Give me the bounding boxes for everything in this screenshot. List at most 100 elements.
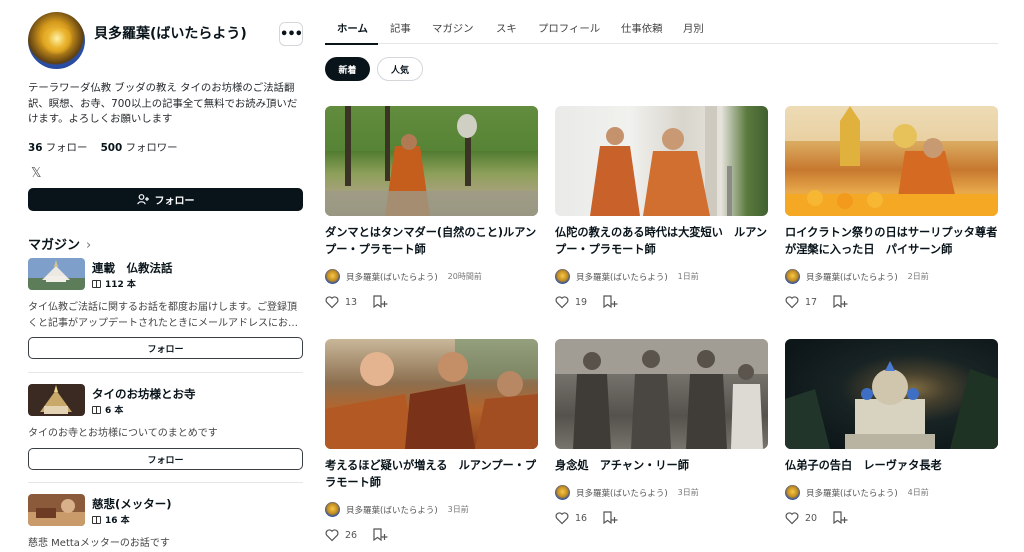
profile-avatar[interactable]	[28, 12, 85, 69]
following-label[interactable]: フォロー	[46, 142, 88, 154]
heart-icon[interactable]	[785, 295, 799, 309]
author-avatar[interactable]	[555, 485, 570, 500]
filter-popular[interactable]: 人気	[377, 57, 423, 81]
magazine-follow-button[interactable]: フォロー	[28, 448, 303, 470]
article-actions: 19	[555, 295, 618, 309]
article-title[interactable]: 仏陀の教えのある時代は大変短い ルアンプー・プラモート師	[555, 224, 768, 258]
post-time: 2日前	[907, 272, 929, 281]
tab-bar: ホーム 記事 マガジン スキ プロフィール 仕事依頼 月別	[325, 12, 998, 45]
followers-label[interactable]: フォロワー	[126, 142, 178, 154]
like-count: 20	[805, 512, 818, 524]
article-count: 112 本	[92, 277, 136, 290]
magazine-description: 慈悲 Mettaメッターのお話です	[28, 538, 170, 549]
post-time: 3日前	[677, 488, 699, 497]
author-name[interactable]: 貝多羅葉(ばいたらよう)	[576, 487, 668, 499]
author-avatar[interactable]	[785, 269, 800, 284]
article-actions: 26	[325, 528, 388, 542]
tab-articles[interactable]: 記事	[390, 20, 411, 35]
book-icon	[92, 406, 101, 414]
article-actions: 20	[785, 511, 848, 525]
article-title[interactable]: 考えるほど疑いが増える ルアンプー・プラモート師	[325, 457, 538, 491]
post-time: 3日前	[447, 505, 469, 514]
filter-new[interactable]: 新着	[325, 57, 370, 81]
author-name[interactable]: 貝多羅葉(ばいたらよう)	[806, 487, 898, 499]
add-to-magazine-icon[interactable]	[373, 295, 388, 309]
magazine-title[interactable]: タイのお坊様とお寺	[92, 386, 196, 402]
article-image[interactable]	[555, 106, 768, 216]
like-count: 16	[575, 512, 588, 524]
like-count: 13	[345, 296, 358, 308]
heart-icon[interactable]	[325, 295, 339, 309]
magazine-heading-label: マガジン	[28, 238, 81, 253]
like-count: 26	[345, 529, 358, 541]
tab-likes[interactable]: スキ	[496, 20, 517, 35]
like-count: 19	[575, 296, 588, 308]
article-title[interactable]: 身念処 アチャン・リー師	[555, 457, 768, 474]
magazine-thumbnail	[28, 384, 85, 416]
article-title[interactable]: ダンマとはタンマダー(自然のこと)ルアンプー・プラモート師	[325, 224, 538, 258]
article-meta: 貝多羅葉(ばいたらよう) 3日前	[555, 485, 699, 500]
heart-icon[interactable]	[785, 511, 799, 525]
add-to-magazine-icon[interactable]	[603, 295, 618, 309]
author-avatar[interactable]	[785, 485, 800, 500]
more-options-button[interactable]: •••	[279, 22, 303, 46]
x-icon[interactable]: 𝕏	[31, 166, 41, 181]
profile-name[interactable]: 貝多羅葉(ばいたらよう)	[94, 23, 247, 43]
following-count[interactable]: 36	[28, 142, 42, 154]
article-count: 6 本	[92, 403, 123, 416]
post-time: 20時間前	[447, 272, 482, 281]
article-meta: 貝多羅葉(ばいたらよう) 3日前	[325, 502, 469, 517]
add-to-magazine-icon[interactable]	[833, 295, 848, 309]
author-name[interactable]: 貝多羅葉(ばいたらよう)	[346, 504, 438, 516]
author-name[interactable]: 貝多羅葉(ばいたらよう)	[576, 271, 668, 283]
author-name[interactable]: 貝多羅葉(ばいたらよう)	[346, 271, 438, 283]
tab-magazines[interactable]: マガジン	[432, 20, 474, 35]
magazine-thumbnail	[28, 494, 85, 526]
article-image[interactable]	[325, 339, 538, 449]
follow-stats: 36 フォロー 500 フォロワー	[28, 139, 178, 154]
article-meta: 貝多羅葉(ばいたらよう) 1日前	[555, 269, 699, 284]
followers-count[interactable]: 500	[101, 142, 123, 154]
article-image[interactable]	[555, 339, 768, 449]
magazine-title[interactable]: 慈悲(メッター)	[92, 496, 172, 512]
book-icon	[92, 516, 101, 524]
tab-profile[interactable]: プロフィール	[538, 20, 600, 35]
magazine-follow-button[interactable]: フォロー	[28, 337, 303, 359]
divider	[28, 372, 303, 373]
heart-icon[interactable]	[555, 295, 569, 309]
author-avatar[interactable]	[555, 269, 570, 284]
divider	[28, 482, 303, 483]
article-actions: 16	[555, 511, 618, 525]
author-avatar[interactable]	[325, 269, 340, 284]
article-image[interactable]	[325, 106, 538, 216]
article-actions: 17	[785, 295, 848, 309]
article-meta: 貝多羅葉(ばいたらよう) 4日前	[785, 485, 929, 500]
profile-bio: テーラワーダ仏教 ブッダの教え タイのお坊様のご法話翻訳、瞑想、お寺、700以上…	[28, 82, 298, 125]
magazine-heading[interactable]: マガジン ›	[28, 234, 91, 253]
add-to-magazine-icon[interactable]	[373, 528, 388, 542]
article-title[interactable]: ロイクラトン祭りの日はサーリプッタ尊者が涅槃に入った日 パイサーン師	[785, 224, 998, 258]
heart-icon[interactable]	[555, 511, 569, 525]
article-image[interactable]	[785, 106, 998, 216]
add-user-icon	[136, 194, 149, 205]
add-to-magazine-icon[interactable]	[603, 511, 618, 525]
article-title[interactable]: 仏弟子の告白 レーヴァタ長老	[785, 457, 998, 474]
heart-icon[interactable]	[325, 528, 339, 542]
article-count: 16 本	[92, 513, 130, 526]
follow-button[interactable]: フォロー	[28, 188, 303, 211]
book-icon	[92, 280, 101, 288]
article-image[interactable]	[785, 339, 998, 449]
tab-home[interactable]: ホーム	[337, 20, 368, 35]
like-count: 17	[805, 296, 818, 308]
add-to-magazine-icon[interactable]	[833, 511, 848, 525]
magazine-title[interactable]: 連載 仏教法話	[92, 260, 173, 276]
author-avatar[interactable]	[325, 502, 340, 517]
author-name[interactable]: 貝多羅葉(ばいたらよう)	[806, 271, 898, 283]
post-time: 4日前	[907, 488, 929, 497]
tab-monthly[interactable]: 月別	[683, 20, 704, 35]
magazine-description: タイのお寺とお坊様についてのまとめです	[28, 428, 218, 439]
tab-work-request[interactable]: 仕事依頼	[621, 20, 663, 35]
chevron-right-icon: ›	[86, 238, 92, 253]
magazine-thumbnail	[28, 258, 85, 290]
article-meta: 貝多羅葉(ばいたらよう) 2日前	[785, 269, 929, 284]
